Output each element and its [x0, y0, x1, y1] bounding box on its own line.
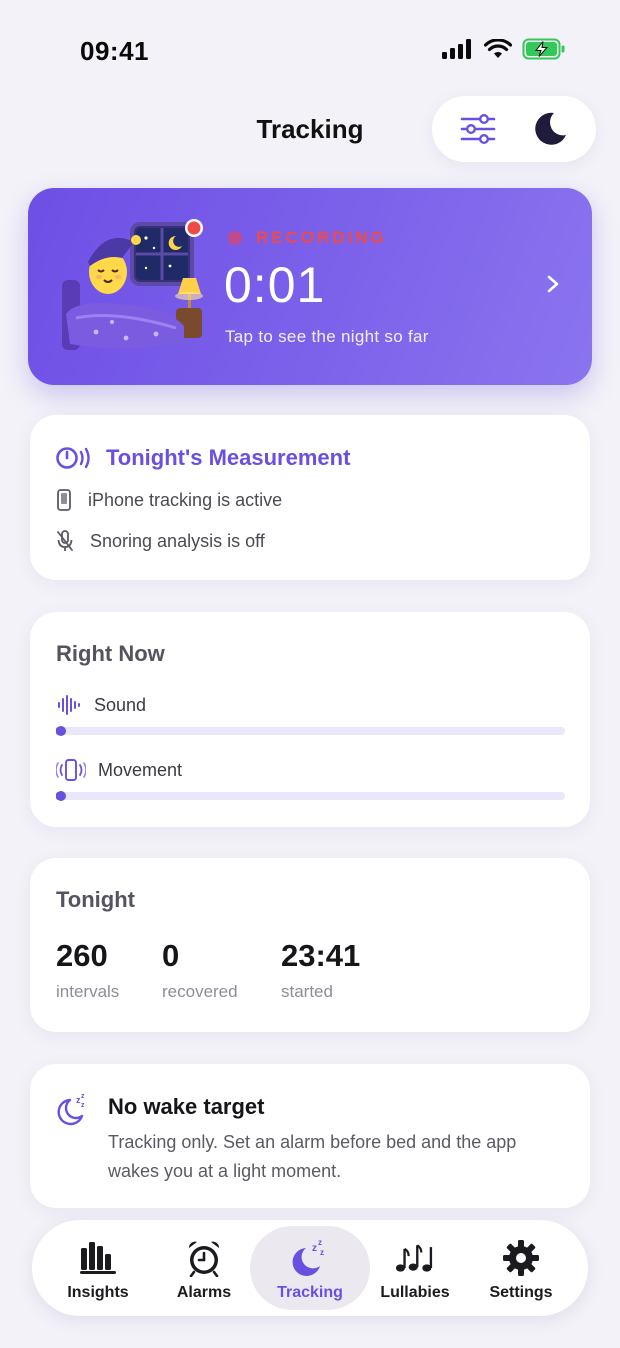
music-notes-icon	[395, 1244, 433, 1272]
moon-zzz-icon: z z z	[292, 1238, 324, 1276]
recording-dot-icon	[228, 231, 242, 245]
recording-subtitle: Tap to see the night so far	[225, 327, 429, 346]
sound-meter-label: Sound	[56, 694, 146, 716]
right-now-title: Right Now	[56, 641, 165, 666]
svg-text:z: z	[81, 1093, 85, 1100]
tab-label: Lullabies	[380, 1284, 450, 1301]
mic-off-icon	[57, 530, 73, 551]
waveform-icon	[58, 695, 80, 715]
measurement-line-text: iPhone tracking is active	[88, 489, 283, 510]
status-time: 09:41	[80, 36, 149, 66]
wake-description: Tracking only. Set an alarm before bed a…	[108, 1132, 517, 1181]
stat-label: started	[281, 982, 333, 1001]
sensor-broadcast-icon	[56, 447, 90, 469]
stat-label: recovered	[162, 982, 238, 1001]
filters-button[interactable]	[448, 99, 508, 159]
tab-label: Settings	[489, 1284, 553, 1301]
recording-timer: 0:01	[224, 257, 326, 313]
battery-charging-icon	[522, 38, 565, 60]
tab-label: Tracking	[277, 1284, 343, 1301]
sleep-mode-button[interactable]	[520, 99, 580, 159]
measurement-line-snoring: Snoring analysis is off	[56, 530, 265, 552]
measurement-line-iphone: iPhone tracking is active	[56, 489, 282, 511]
stat-value: 0	[162, 938, 180, 973]
moon-zzz-icon: z z z	[57, 1093, 85, 1126]
cellular-signal-icon	[442, 39, 471, 59]
movement-meter	[56, 791, 565, 801]
sound-label: Sound	[94, 694, 147, 715]
sound-meter	[56, 726, 565, 736]
stat-label: intervals	[56, 982, 120, 1001]
movement-label: Movement	[98, 759, 183, 780]
movement-meter-label: Movement	[56, 759, 182, 781]
phone-vibrate-icon	[56, 759, 86, 781]
measurement-line-text: Snoring analysis is off	[90, 530, 265, 551]
movement-meter-knob	[56, 791, 67, 801]
tab-bar: Insights Alarms z z z Tracking Lullabies…	[32, 1220, 588, 1316]
tab-tracking[interactable]: z z z Tracking	[250, 1226, 370, 1310]
moon-icon	[535, 112, 566, 145]
tab-lullabies[interactable]: Lullabies	[360, 1226, 470, 1310]
tab-settings[interactable]: Settings	[466, 1226, 576, 1310]
svg-text:z: z	[320, 1248, 324, 1257]
tab-insights[interactable]: Insights	[43, 1226, 153, 1310]
stat-intervals: 260 intervals	[56, 938, 119, 1002]
recording-status-text: RECORDING	[256, 228, 387, 247]
wifi-icon	[484, 39, 512, 58]
chevron-right-icon	[547, 275, 559, 293]
sleeping-character-illustration	[62, 219, 203, 350]
tab-label: Insights	[67, 1284, 129, 1301]
header-actions	[432, 96, 596, 162]
tonight-card: Tonight 260 intervals 0 recovered 23:41 …	[30, 858, 590, 1032]
stat-value: 260	[56, 938, 108, 973]
iphone-icon	[57, 489, 71, 511]
bar-chart-icon	[80, 1242, 116, 1274]
measurement-title: Tonight's Measurement	[106, 445, 351, 470]
measurement-card: Tonight's Measurement iPhone tracking is…	[30, 415, 590, 580]
stat-value: 23:41	[281, 938, 361, 973]
right-now-card: Right Now Sound Movement	[30, 612, 590, 827]
sliders-icon	[460, 114, 496, 144]
wake-target-card[interactable]: z z z No wake target Tracking only. Set …	[30, 1064, 590, 1208]
tab-label: Alarms	[176, 1284, 232, 1301]
stat-recovered: 0 recovered	[162, 938, 238, 1002]
recording-card[interactable]: RECORDING 0:01 Tap to see the night so f…	[28, 188, 592, 385]
stat-started: 23:41 started	[281, 938, 360, 1002]
sound-meter-knob	[56, 726, 67, 736]
status-icons	[442, 38, 566, 60]
wake-title: No wake target	[108, 1094, 265, 1119]
svg-text:z: z	[81, 1102, 85, 1109]
status-bar: 09:41	[0, 0, 620, 100]
svg-text:z: z	[312, 1243, 317, 1254]
recording-status: RECORDING	[228, 228, 387, 248]
gear-icon	[503, 1240, 539, 1276]
measurement-header: Tonight's Measurement	[56, 445, 350, 471]
tonight-title: Tonight	[56, 887, 135, 912]
alarm-clock-icon	[188, 1241, 220, 1277]
svg-text:z: z	[318, 1238, 322, 1247]
tab-alarms[interactable]: Alarms	[149, 1226, 259, 1310]
